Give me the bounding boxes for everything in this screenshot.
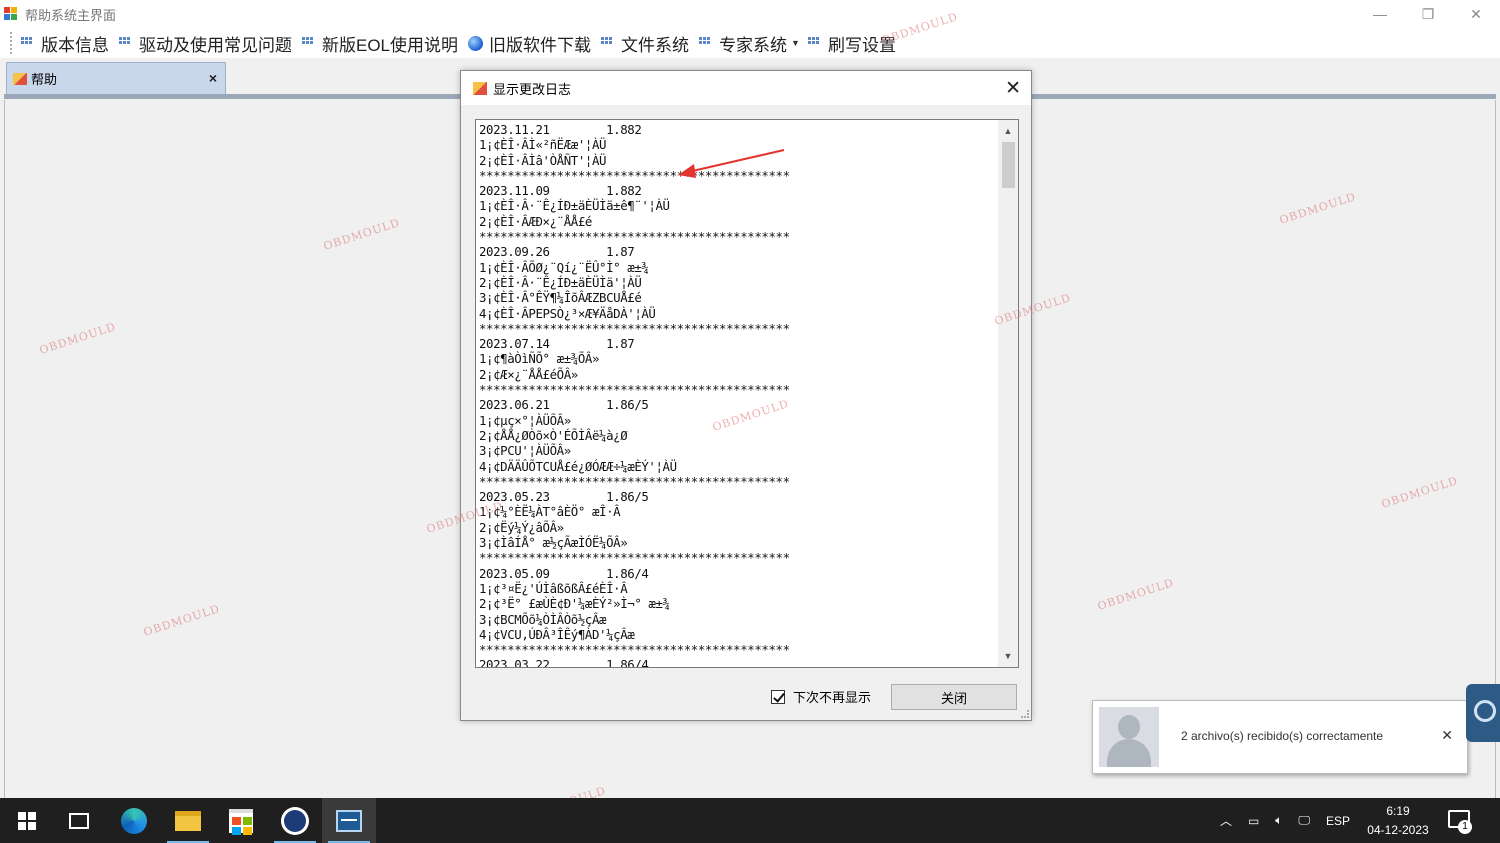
- taskbar-file-explorer[interactable]: [161, 798, 215, 843]
- taskbar-teamviewer[interactable]: [268, 798, 322, 843]
- vertical-scrollbar[interactable]: ▲ ▼: [998, 120, 1018, 667]
- changelog-textbox[interactable]: 2023.11.21 1.882 1¡¢ÈÎ·ÂÌ«²ñËÆæ'¦ÀÜ 2¡¢È…: [475, 119, 1019, 668]
- notification-count-badge: 1: [1458, 820, 1472, 834]
- resize-grip[interactable]: [1021, 710, 1029, 718]
- taskbar: ︿ ▭ 🔈︎ 🖵︎ ESP 6:19 04-12-2023 1: [0, 798, 1500, 843]
- menu-grip: [10, 32, 13, 54]
- menu-dots-icon: [807, 37, 820, 49]
- teamviewer-icon: [281, 806, 309, 835]
- menu-label: 驱动及使用常见问题: [139, 35, 292, 55]
- dialog-title-bar: 显示更改日志 ✕: [461, 71, 1031, 105]
- menu-label: 旧版软件下载: [489, 35, 592, 55]
- user-avatar-icon: [1099, 707, 1159, 767]
- globe-icon: [468, 35, 484, 51]
- chevron-up-icon[interactable]: ︿: [1220, 812, 1232, 829]
- close-window-button[interactable]: ✕: [1452, 0, 1500, 28]
- scroll-down-icon[interactable]: ▼: [998, 647, 1018, 665]
- menu-label: 专家系统: [719, 35, 788, 55]
- task-view-button[interactable]: [52, 798, 106, 843]
- task-view-icon: [69, 812, 89, 829]
- menu-expert-system[interactable]: 专家系统: [695, 28, 793, 58]
- menu-eol-guide[interactable]: 新版EOL使用说明: [298, 28, 464, 58]
- volume-icon[interactable]: 🔈︎: [1275, 813, 1282, 828]
- network-icon[interactable]: 🖵︎: [1298, 813, 1310, 828]
- dialog-icon: [473, 81, 487, 95]
- menu-bar: 版本信息 驱动及使用常见问题 新版EOL使用说明 旧版软件下载 文件系统 专家系…: [0, 28, 1500, 58]
- language-indicator[interactable]: ESP: [1326, 814, 1350, 828]
- taskbar-edge[interactable]: [107, 798, 161, 843]
- close-button[interactable]: 关闭: [891, 684, 1017, 710]
- menu-dots-icon: [21, 37, 33, 49]
- notification-close-icon[interactable]: ✕: [1441, 727, 1453, 744]
- taskbar-store[interactable]: [214, 798, 268, 843]
- changelog-text: 2023.11.21 1.882 1¡¢ÈÎ·ÂÌ«²ñËÆæ'¦ÀÜ 2¡¢È…: [479, 122, 790, 668]
- app-icon: [4, 7, 18, 21]
- red-arrow-annotation: [678, 149, 785, 178]
- system-tray: ︿ ▭ 🔈︎ 🖵︎ ESP: [1220, 798, 1350, 843]
- scroll-thumb[interactable]: [1002, 142, 1015, 188]
- menu-dots-icon: [302, 37, 314, 49]
- taskbar-help-app[interactable]: [322, 798, 376, 843]
- window-title: 帮助系统主界面: [25, 7, 117, 23]
- menu-label: 版本信息: [41, 35, 109, 55]
- help-icon: [13, 72, 27, 85]
- checkbox-checked[interactable]: [771, 689, 785, 704]
- file-received-notification: 2 archivo(s) recibido(s) correctamente ✕: [1092, 700, 1468, 774]
- help-app-icon: [336, 809, 362, 832]
- menu-dots-icon: [601, 37, 613, 49]
- windows-start-icon: [18, 811, 36, 830]
- checkbox-label: 下次不再显示: [793, 690, 872, 705]
- title-bar: 帮助系统主界面 — ❐ ✕: [0, 0, 1500, 28]
- notification-text: 2 archivo(s) recibido(s) correctamente: [1181, 729, 1384, 743]
- menu-driver-faq[interactable]: 驱动及使用常见问题: [115, 28, 298, 58]
- menu-label: 刷写设置: [827, 35, 896, 55]
- clock[interactable]: 6:19 04-12-2023: [1360, 802, 1436, 840]
- menu-version-info[interactable]: 版本信息: [17, 28, 115, 58]
- scroll-up-icon[interactable]: ▲: [998, 122, 1018, 140]
- start-button[interactable]: [0, 798, 54, 843]
- tab-label: 帮助: [31, 72, 58, 87]
- menu-dots-icon: [699, 37, 711, 49]
- dialog-close-icon[interactable]: ✕: [1005, 77, 1021, 100]
- menu-file-system[interactable]: 文件系统: [597, 28, 695, 58]
- minimize-button[interactable]: —: [1356, 0, 1404, 28]
- menu-dots-icon: [119, 37, 131, 49]
- tab-help[interactable]: 帮助 ×: [6, 62, 226, 94]
- store-icon: [229, 808, 253, 835]
- dont-show-again-checkbox[interactable]: 下次不再显示: [771, 687, 871, 706]
- changelog-dialog: 显示更改日志 ✕ 2023.11.21 1.882 1¡¢ÈÎ·ÂÌ«²ñËÆæ…: [425, 70, 1073, 721]
- clock-time: 6:19: [1386, 804, 1410, 818]
- teamviewer-side-tab[interactable]: [1466, 684, 1500, 742]
- menu-flash-settings[interactable]: 刷写设置: [804, 28, 902, 58]
- tab-close-icon[interactable]: ×: [209, 70, 217, 86]
- menu-old-software-download[interactable]: 旧版软件下载: [464, 28, 597, 58]
- dialog-title: 显示更改日志: [493, 81, 572, 97]
- dropdown-arrow-icon[interactable]: ▼: [791, 38, 800, 48]
- restore-button[interactable]: ❐: [1404, 0, 1452, 28]
- menu-label: 文件系统: [621, 35, 690, 55]
- file-explorer-icon: [175, 810, 201, 831]
- battery-icon[interactable]: ▭: [1248, 814, 1259, 828]
- edge-icon: [121, 807, 147, 834]
- clock-date: 04-12-2023: [1367, 823, 1429, 837]
- menu-label: 新版EOL使用说明: [322, 35, 459, 55]
